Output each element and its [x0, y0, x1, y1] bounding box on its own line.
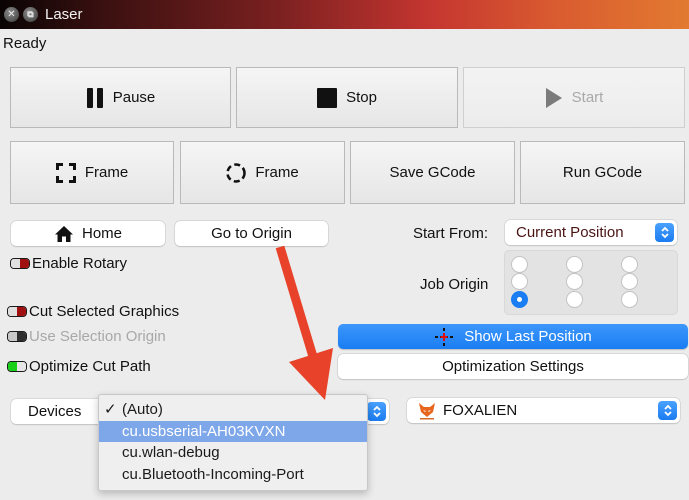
enable-rotary-toggle[interactable]: Enable Rotary [10, 255, 127, 272]
toggle-switch[interactable] [7, 331, 27, 342]
menu-item-wlan-debug[interactable]: cu.wlan-debug [99, 442, 367, 464]
frame-rectangle-icon [55, 162, 76, 183]
checkmark-icon: ✓ [104, 401, 117, 418]
window-title: Laser [45, 6, 83, 23]
close-icon[interactable]: ✕ [4, 7, 19, 22]
start-label: Start [571, 89, 604, 106]
machine-select[interactable]: FOXALIEN [407, 398, 680, 423]
origin-radio-top-left[interactable] [511, 256, 528, 273]
stepper-icon [655, 223, 674, 242]
show-last-position-label: Show Last Position [464, 328, 592, 345]
job-origin-label: Job Origin [420, 276, 489, 293]
stop-icon [317, 87, 338, 108]
home-label: Home [81, 225, 122, 242]
restore-icon[interactable]: ⧉ [23, 7, 38, 22]
cut-selected-graphics-toggle[interactable]: Cut Selected Graphics [7, 303, 179, 320]
menu-item-label: cu.wlan-debug [122, 444, 220, 461]
menu-item-bluetooth[interactable]: cu.Bluetooth-Incoming-Port [99, 464, 367, 486]
frame-circle-icon [226, 162, 247, 183]
optimization-settings-button[interactable]: Optimization Settings [338, 354, 688, 379]
foxalien-logo-icon [417, 401, 437, 421]
frame-rectangle-label: Frame [84, 164, 129, 181]
status-text: Ready [3, 35, 47, 52]
run-gcode-label: Run GCode [562, 164, 643, 181]
play-icon [545, 87, 563, 109]
menu-item-label: cu.Bluetooth-Incoming-Port [122, 465, 304, 483]
menu-item-usbserial[interactable]: cu.usbserial-AH03KVXN [99, 420, 367, 442]
toggle-switch[interactable] [7, 306, 27, 317]
pause-label: Pause [112, 89, 156, 106]
optimize-cut-path-toggle[interactable]: Optimize Cut Path [7, 358, 151, 375]
origin-radio-bottom-right[interactable] [621, 291, 638, 308]
origin-radio-top-right[interactable] [621, 256, 638, 273]
save-gcode-button[interactable]: Save GCode [350, 141, 515, 204]
origin-radio-bottom-left[interactable] [511, 291, 528, 308]
home-button[interactable]: Home [11, 221, 165, 246]
start-from-value: Current Position [516, 224, 624, 241]
stop-button[interactable]: Stop [236, 67, 458, 128]
frame-circle-button[interactable]: Frame [180, 141, 345, 204]
origin-radio-top-center[interactable] [566, 256, 583, 273]
go-to-origin-label: Go to Origin [211, 225, 292, 242]
start-from-select[interactable]: Current Position [505, 220, 677, 245]
menu-item-label: (Auto) [122, 401, 163, 418]
show-last-position-button[interactable]: Show Last Position [338, 324, 688, 349]
toggle-switch[interactable] [10, 258, 30, 269]
stepper-icon [367, 402, 386, 421]
menu-item-auto[interactable]: ✓ (Auto) [99, 399, 367, 421]
stop-label: Stop [346, 89, 377, 106]
use-selection-origin-toggle[interactable]: Use Selection Origin [7, 328, 166, 345]
frame-circle-label: Frame [255, 164, 299, 181]
devices-menu: ✓ (Auto) cu.usbserial-AH03KVXN cu.wlan-d… [98, 394, 368, 491]
optimize-cut-path-label: Optimize Cut Path [29, 358, 151, 375]
frame-rectangle-button[interactable]: Frame [10, 141, 174, 204]
toggle-switch[interactable] [7, 361, 27, 372]
menu-item-label: cu.usbserial-AH03KVXN [122, 422, 286, 440]
save-gcode-label: Save GCode [389, 164, 476, 181]
home-icon [54, 225, 74, 243]
job-origin-grid [504, 250, 678, 315]
crosshair-icon [434, 327, 454, 347]
pause-button[interactable]: Pause [10, 67, 231, 128]
arrow-shaft [275, 245, 319, 362]
cut-selected-graphics-label: Cut Selected Graphics [29, 303, 180, 320]
machine-value: FOXALIEN [443, 402, 518, 419]
origin-radio-middle-left[interactable] [511, 273, 528, 290]
use-selection-origin-label: Use Selection Origin [29, 328, 166, 345]
origin-radio-middle-right[interactable] [621, 273, 638, 290]
origin-radio-middle-center[interactable] [566, 273, 583, 290]
start-from-label: Start From: [413, 225, 489, 242]
arrow-head [289, 348, 333, 400]
origin-radio-bottom-center[interactable] [566, 291, 583, 308]
optimization-settings-label: Optimization Settings [442, 358, 584, 375]
stepper-icon [658, 401, 677, 420]
pause-icon [86, 87, 104, 109]
run-gcode-button[interactable]: Run GCode [520, 141, 685, 204]
go-to-origin-button[interactable]: Go to Origin [175, 221, 328, 246]
start-button[interactable]: Start [463, 67, 685, 128]
enable-rotary-label: Enable Rotary [32, 255, 128, 272]
title-bar: ✕ ⧉ Laser [0, 0, 689, 29]
devices-label: Devices [28, 403, 82, 420]
